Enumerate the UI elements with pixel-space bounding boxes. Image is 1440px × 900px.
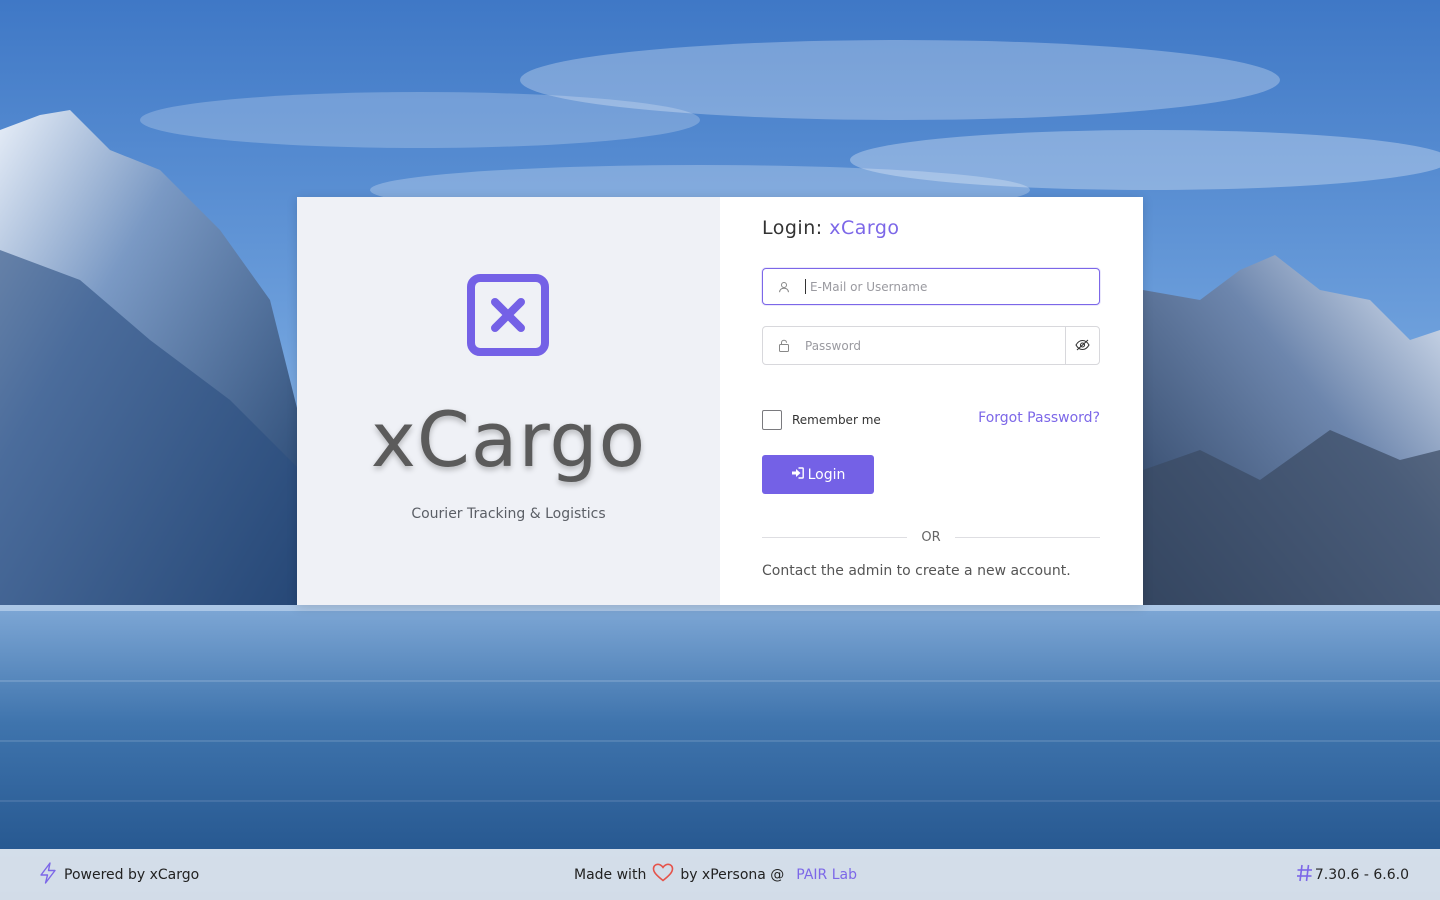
password-input[interactable] xyxy=(805,327,1065,364)
version-text: 7.30.6 - 6.6.0 xyxy=(1314,866,1409,883)
x-square-icon xyxy=(467,274,549,356)
lock-icon xyxy=(763,327,805,364)
password-field[interactable] xyxy=(762,326,1100,365)
eye-off-icon xyxy=(1075,336,1090,355)
powered-by-text: Powered by xCargo xyxy=(64,866,200,883)
or-text: OR xyxy=(921,530,941,545)
login-button[interactable]: Login xyxy=(762,455,874,494)
toggle-password-button[interactable] xyxy=(1065,327,1099,364)
remember-label: Remember me xyxy=(792,413,881,427)
remember-me[interactable]: Remember me xyxy=(762,410,881,430)
email-input[interactable] xyxy=(810,269,1099,304)
branding-panel: xCargo Courier Tracking & Logistics xyxy=(297,197,720,605)
remember-checkbox[interactable] xyxy=(762,410,782,430)
hash-icon xyxy=(1296,864,1313,886)
login-panel: Login: xCargo E-Mail or Username Remembe… xyxy=(720,197,1143,605)
brand-name: xCargo xyxy=(370,395,647,484)
user-icon xyxy=(763,269,805,304)
login-button-label: Login xyxy=(807,466,846,483)
footer: Powered by xCargo Made with by xPersona … xyxy=(0,849,1440,900)
divider-line xyxy=(762,537,908,538)
bolt-icon xyxy=(38,861,58,888)
by-text: by xPersona @ xyxy=(680,866,785,883)
divider-line xyxy=(954,537,1101,538)
or-divider: OR xyxy=(762,530,1101,545)
contact-admin-text: Contact the admin to create a new accoun… xyxy=(762,563,1071,579)
footer-powered: Powered by xCargo xyxy=(38,849,199,900)
login-card: xCargo Courier Tracking & Logistics Logi… xyxy=(297,197,1143,605)
made-with-text: Made with xyxy=(574,866,647,883)
heart-icon xyxy=(652,863,674,886)
text-caret xyxy=(805,279,806,294)
brand-tagline: Courier Tracking & Logistics xyxy=(411,506,606,522)
footer-credits: Made with by xPersona @ PAIR Lab xyxy=(574,849,857,900)
email-field[interactable] xyxy=(762,268,1100,305)
pair-lab-link[interactable]: PAIR Lab xyxy=(796,867,857,883)
forgot-password-link[interactable]: Forgot Password? xyxy=(978,410,1100,426)
login-title-app: xCargo xyxy=(829,217,900,239)
login-title-prefix: Login: xyxy=(762,217,823,239)
sign-in-icon xyxy=(791,466,804,483)
login-title: Login: xCargo xyxy=(762,217,900,239)
footer-version: 7.30.6 - 6.6.0 xyxy=(1296,849,1409,900)
